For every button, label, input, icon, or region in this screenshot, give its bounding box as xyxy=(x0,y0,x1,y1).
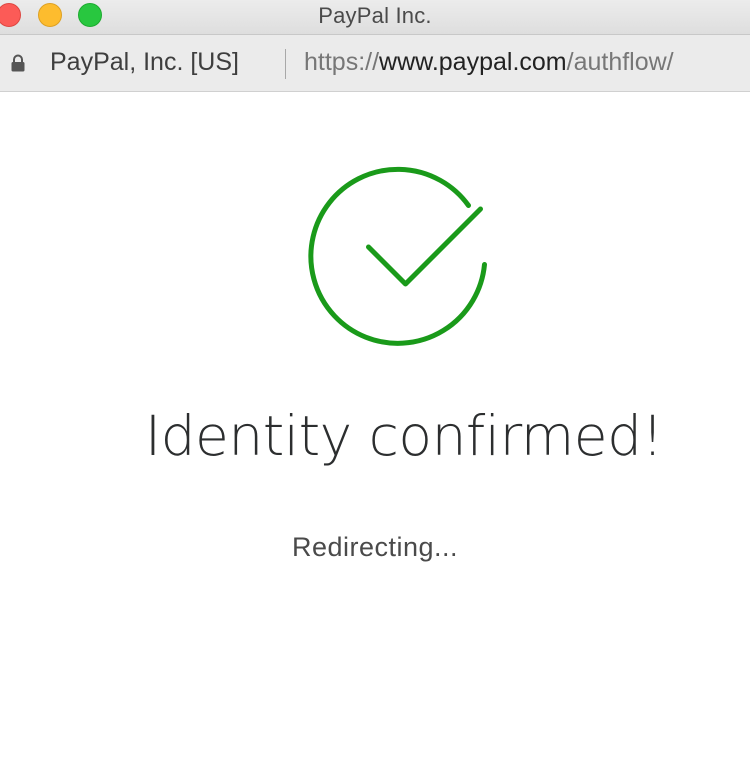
lock-icon xyxy=(11,54,25,72)
address-divider xyxy=(285,49,286,79)
url-domain: www.paypal.com xyxy=(379,48,567,76)
url-scheme: https:// xyxy=(304,48,380,76)
browser-window: PayPal Inc. PayPal, Inc. [US] https://ww… xyxy=(0,0,750,764)
url-field[interactable]: https://www.paypal.com/authflow/ xyxy=(304,48,674,77)
page-heading: Identity confirmed! xyxy=(144,404,664,468)
title-bar: PayPal Inc. xyxy=(0,0,750,35)
page-content: Identity confirmed! Redirecting... xyxy=(0,92,750,764)
certificate-label[interactable]: PayPal, Inc. [US] xyxy=(50,48,239,77)
status-text: Redirecting... xyxy=(291,532,459,562)
check-circle-icon xyxy=(308,166,487,346)
url-path: /authflow/ xyxy=(566,48,674,76)
address-bar[interactable]: PayPal, Inc. [US] https://www.paypal.com… xyxy=(0,35,750,92)
window-title: PayPal Inc. xyxy=(318,3,432,28)
